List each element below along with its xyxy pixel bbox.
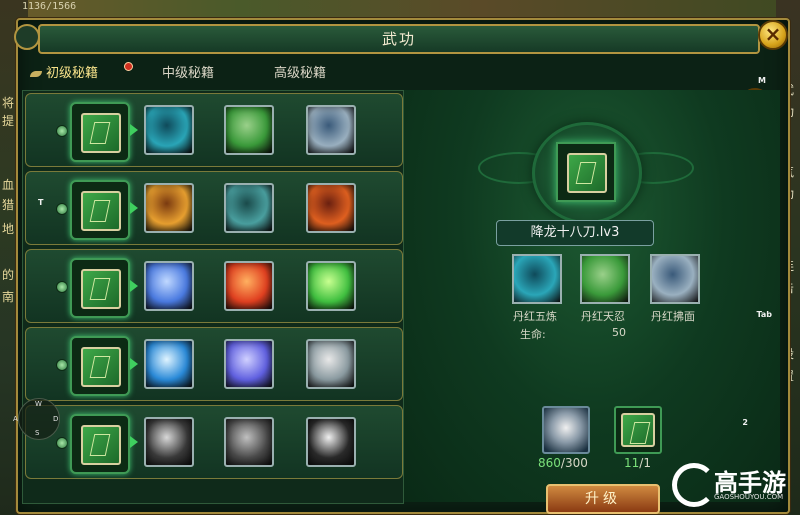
wind-sword-icon[interactable] bbox=[650, 254, 700, 304]
movement-compass[interactable]: W A S D bbox=[13, 398, 60, 440]
close-button[interactable]: × bbox=[758, 20, 788, 50]
green-book-icon bbox=[81, 347, 121, 387]
blue-crescent-icon[interactable] bbox=[144, 339, 194, 389]
green-book-icon bbox=[81, 113, 121, 153]
skill-book-row[interactable] bbox=[25, 171, 403, 245]
green-book-icon bbox=[81, 191, 121, 231]
g-logo-icon bbox=[672, 463, 716, 507]
left-edge-char: 猎 bbox=[2, 198, 15, 212]
hotkey-m: M bbox=[758, 76, 766, 85]
dragon-coil-icon[interactable] bbox=[306, 261, 356, 311]
book-slot[interactable] bbox=[70, 258, 130, 318]
hotkey-t: T bbox=[38, 198, 44, 207]
left-edge-char: 提 bbox=[2, 114, 15, 128]
stat-label: 生命: bbox=[520, 328, 546, 341]
skill-book-list bbox=[22, 90, 404, 504]
martial-arts-window: 武功 × 初级秘籍 中级秘籍 高级秘籍 M ? bbox=[14, 18, 790, 514]
compass-w: W bbox=[35, 400, 42, 408]
book-slot[interactable] bbox=[70, 102, 130, 162]
arrow-icon bbox=[130, 202, 138, 214]
golden-armor-icon[interactable] bbox=[144, 183, 194, 233]
lightning-burst-icon[interactable] bbox=[144, 261, 194, 311]
notification-dot bbox=[124, 62, 133, 71]
watermark-url: GAOSHOUYOU.COM bbox=[714, 493, 784, 501]
left-edge-char: 的 bbox=[2, 268, 15, 282]
selected-book-slot[interactable] bbox=[556, 142, 616, 202]
arrow-icon bbox=[130, 358, 138, 370]
hotkey-tab: Tab bbox=[756, 310, 772, 319]
cost-book-slot bbox=[614, 406, 662, 454]
tab-advanced[interactable]: 高级秘籍 bbox=[274, 62, 326, 81]
sub-skill-label: 丹红五炼 bbox=[513, 310, 557, 323]
cost-current: 860 bbox=[538, 456, 561, 470]
wind-sword-icon[interactable] bbox=[306, 105, 356, 155]
cost-current: 11 bbox=[624, 456, 640, 470]
arcane-orbit-icon[interactable] bbox=[224, 339, 274, 389]
dark-blade-icon[interactable] bbox=[224, 417, 274, 467]
tab-beginner[interactable]: 初级秘籍 bbox=[30, 62, 98, 81]
flame-vortex-icon[interactable] bbox=[306, 183, 356, 233]
row-selector-dot bbox=[56, 203, 68, 215]
left-edge-char: 血 bbox=[2, 178, 15, 192]
stone-fist-icon[interactable] bbox=[512, 254, 562, 304]
row-selector-dot bbox=[56, 281, 68, 293]
window-title: 武功 bbox=[38, 24, 760, 54]
silver-flow-icon[interactable] bbox=[306, 339, 356, 389]
upgrade-button[interactable]: 升级 bbox=[546, 484, 660, 514]
stone-fist-icon[interactable] bbox=[144, 105, 194, 155]
left-edge-char: 将 bbox=[2, 96, 15, 110]
book-slot[interactable] bbox=[70, 414, 130, 474]
blade-slash-icon[interactable] bbox=[580, 254, 630, 304]
claw-icon[interactable] bbox=[224, 183, 274, 233]
book-slot[interactable] bbox=[70, 180, 130, 240]
row-selector-dot bbox=[56, 125, 68, 137]
tab-bar: 初级秘籍 中级秘籍 高级秘籍 bbox=[26, 58, 406, 86]
skill-name: 降龙十八刀.lv3 bbox=[496, 220, 654, 246]
skill-book-row[interactable] bbox=[25, 327, 403, 401]
compass-a: A bbox=[13, 415, 18, 423]
cost-required: /1 bbox=[639, 456, 651, 470]
cost-book: 11/1 bbox=[624, 456, 651, 470]
sub-skill-label: 丹红拂面 bbox=[651, 310, 695, 323]
arrow-icon bbox=[130, 124, 138, 136]
shatter-icon[interactable] bbox=[306, 417, 356, 467]
green-book-icon bbox=[81, 425, 121, 465]
gaoshouyou-watermark: 高手游 GAOSHOUYOU.COM bbox=[672, 461, 792, 507]
tab-intermediate[interactable]: 中级秘籍 bbox=[162, 62, 214, 81]
skill-detail-panel: 降龙十八刀.lv3 丹红五炼 丹红天忍 丹红拂面 生命: 50 860/300 … bbox=[404, 90, 780, 514]
chain-icon[interactable] bbox=[144, 417, 194, 467]
skill-book-row[interactable] bbox=[25, 249, 403, 323]
arrow-icon bbox=[130, 436, 138, 448]
silver-ore-icon bbox=[542, 406, 590, 454]
cost-required: /300 bbox=[560, 456, 588, 470]
arrow-icon bbox=[130, 280, 138, 292]
sub-skill-label: 丹红天忍 bbox=[581, 310, 625, 323]
stat-value: 50 bbox=[612, 326, 626, 339]
tab-label: 初级秘籍 bbox=[46, 66, 99, 81]
blade-slash-icon[interactable] bbox=[224, 105, 274, 155]
left-edge-char: 地 bbox=[2, 222, 15, 236]
row-selector-dot bbox=[56, 359, 68, 371]
book-slot[interactable] bbox=[70, 336, 130, 396]
cost-silver: 860/300 bbox=[538, 456, 588, 470]
row-selector-dot bbox=[56, 437, 68, 449]
green-book-icon bbox=[567, 153, 607, 193]
green-book-icon bbox=[81, 269, 121, 309]
compass-s: S bbox=[35, 429, 40, 437]
fire-strike-icon[interactable] bbox=[224, 261, 274, 311]
skill-book-row[interactable] bbox=[25, 93, 403, 167]
leaf-icon bbox=[30, 70, 42, 77]
game-world-top bbox=[0, 0, 800, 20]
hp-readout: 1136/1566 bbox=[22, 1, 77, 12]
hotkey-2: 2 bbox=[742, 418, 748, 427]
left-edge-char: 南 bbox=[2, 290, 15, 304]
frame-ornament bbox=[14, 24, 40, 50]
skill-book-row[interactable] bbox=[25, 405, 403, 479]
green-book-icon bbox=[621, 413, 655, 447]
compass-d: D bbox=[53, 415, 59, 423]
